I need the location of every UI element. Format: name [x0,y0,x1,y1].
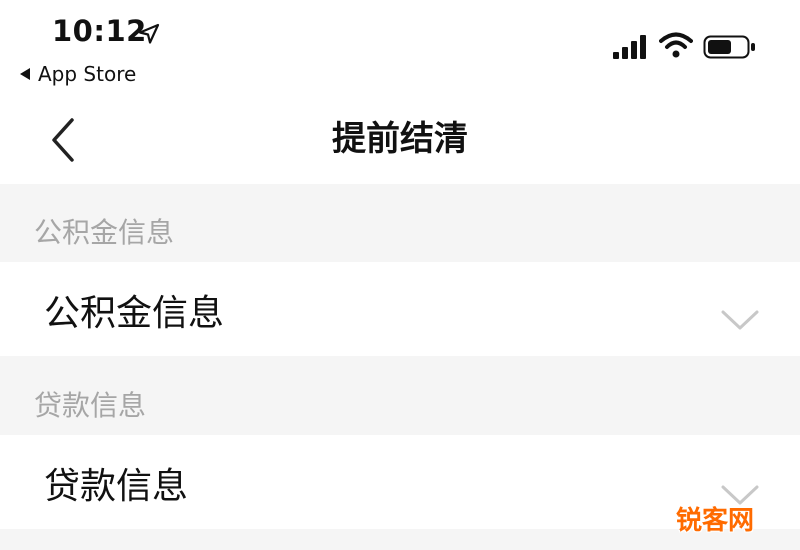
chevron-down-icon [721,310,759,330]
chevron-left-icon[interactable] [44,114,84,166]
section-header-loan: 贷款信息 [34,389,147,422]
wifi-icon [659,32,693,58]
provident-fund-value: 公积金信息 [44,293,225,334]
screen: 10:12 App Store 提前结清 公积金信息 公积金信息 贷款信息 贷款… [0,0,800,550]
page-title: 提前结清 [332,119,468,159]
battery-icon [703,35,755,59]
back-to-app-store[interactable]: App Store [20,62,136,86]
status-bar: 10:12 App Store [0,0,800,100]
back-app-label: App Store [38,62,137,86]
navigation-bar: 提前结清 [0,100,800,184]
section-header-provident-fund: 公积金信息 [34,216,175,249]
provident-fund-select[interactable]: 公积金信息 [0,262,800,356]
status-time: 10:12 [52,14,147,48]
loan-value: 贷款信息 [44,466,189,507]
location-arrow-icon [138,23,160,44]
watermark-logo: 锐客网 [676,506,755,536]
cellular-signal-icon [613,35,646,59]
back-triangle-icon [20,68,30,80]
